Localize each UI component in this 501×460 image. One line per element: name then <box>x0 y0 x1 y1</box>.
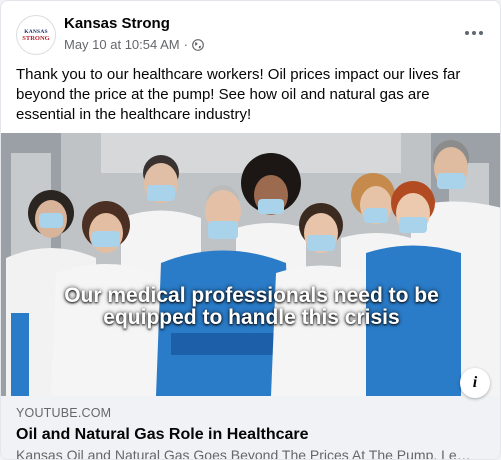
video-thumbnail[interactable]: Our medical professionals need to be equ… <box>1 133 500 396</box>
link-title[interactable]: Oil and Natural Gas Role in Healthcare <box>16 426 309 444</box>
caption-line: Our medical professionals need to be <box>64 284 439 307</box>
post-timestamp[interactable]: May 10 at 10:54 AM <box>64 37 180 52</box>
info-icon[interactable]: i <box>460 368 490 398</box>
post-meta: May 10 at 10:54 AM · <box>64 37 204 52</box>
video-caption: Our medical professionals need to be equ… <box>1 284 500 329</box>
post-header: KANSAS STRONG Kansas Strong May 10 at 10… <box>1 1 500 65</box>
healthcare-workers-photo <box>1 133 500 396</box>
meta-separator: · <box>183 37 188 52</box>
dot <box>479 31 483 35</box>
dot <box>465 31 469 35</box>
link-description: Kansas Oil and Natural Gas Goes Beyond T… <box>16 447 471 460</box>
link-preview[interactable]: i YOUTUBE.COM Oil and Natural Gas Role i… <box>1 368 500 460</box>
page-avatar[interactable]: KANSAS STRONG <box>16 15 56 55</box>
page-name-link[interactable]: Kansas Strong <box>64 15 170 32</box>
link-domain: YOUTUBE.COM <box>16 406 112 420</box>
avatar-logo-text: STRONG <box>22 34 50 42</box>
post-card: KANSAS STRONG Kansas Strong May 10 at 10… <box>0 0 501 460</box>
more-dots-icon[interactable] <box>462 21 486 45</box>
caption-line: equipped to handle this crisis <box>103 306 400 329</box>
globe-icon[interactable] <box>192 39 204 51</box>
post-text: Thank you to our healthcare workers! Oil… <box>16 66 461 123</box>
dot <box>472 31 476 35</box>
